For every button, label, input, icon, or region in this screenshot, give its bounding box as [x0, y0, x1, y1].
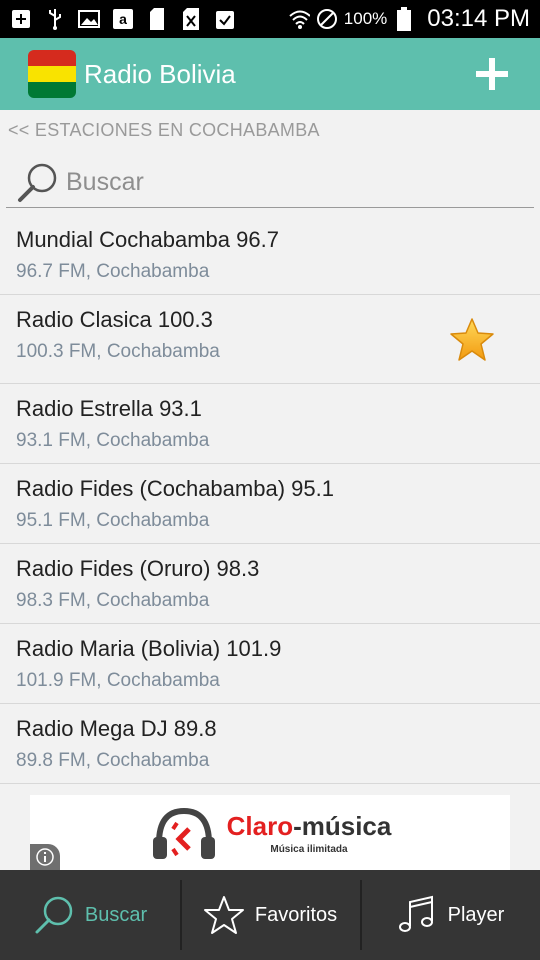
- station-detail: 93.1 FM, Cochabamba: [16, 430, 210, 451]
- ad-banner[interactable]: Claro-música Música ilimitada: [30, 795, 510, 870]
- tab-player[interactable]: Player: [360, 870, 540, 960]
- station-list-item[interactable]: Radio Fides (Cochabamba) 95.1 95.1 FM, C…: [0, 464, 540, 544]
- headphones-icon: [152, 807, 215, 859]
- station-detail: 98.3 FM, Cochabamba: [16, 590, 210, 611]
- wifi-icon: [288, 8, 310, 30]
- breadcrumb-back-link[interactable]: << ESTACIONES EN COCHABAMBA: [8, 120, 320, 141]
- station-detail: 89.8 FM, Cochabamba: [16, 750, 210, 771]
- app-title: Radio Bolivia: [84, 58, 236, 89]
- clock: 03:14 PM: [427, 5, 530, 32]
- status-bar: a 100% 03:14 PM: [0, 0, 540, 38]
- bolivia-flag-icon: [28, 50, 76, 98]
- station-list-item[interactable]: Radio Fides (Oruro) 98.3 98.3 FM, Cochab…: [0, 544, 540, 624]
- tab-favorites[interactable]: Favoritos: [180, 870, 360, 960]
- bottom-navigation: Buscar Favoritos Player: [0, 870, 540, 960]
- battery-percent: 100%: [343, 9, 388, 28]
- station-name: Mundial Cochabamba 96.7: [16, 227, 279, 252]
- music-note-icon: [398, 895, 433, 932]
- app-bar: Radio Bolivia: [0, 38, 540, 110]
- station-name: Radio Mega DJ 89.8: [16, 716, 217, 741]
- battery-icon: [393, 7, 415, 31]
- ad-info-icon[interactable]: [30, 844, 60, 870]
- favorite-star-icon[interactable]: [448, 317, 496, 363]
- amazon-icon: a: [112, 8, 134, 30]
- station-name: Radio Fides (Oruro) 98.3: [16, 556, 260, 581]
- station-name: Radio Maria (Bolivia) 101.9: [16, 636, 282, 661]
- station-detail: 96.7 FM, Cochabamba: [16, 261, 210, 282]
- usb-icon: [44, 8, 66, 30]
- search-bar: [6, 158, 534, 208]
- search-input[interactable]: [64, 167, 498, 198]
- clipboard-check-icon: [214, 8, 236, 30]
- station-detail: 101.9 FM, Cochabamba: [16, 670, 220, 691]
- station-list-item[interactable]: Radio Clasica 100.3 100.3 FM, Cochabamba: [0, 295, 540, 384]
- do-not-disturb-icon: [316, 8, 338, 30]
- ad-brand-claro: Claro: [226, 810, 294, 841]
- star-outline-icon: [203, 896, 244, 934]
- station-list-item[interactable]: Radio Maria (Bolivia) 101.9 101.9 FM, Co…: [0, 624, 540, 704]
- no-sim-icon: [180, 8, 202, 30]
- search-icon: [18, 163, 57, 202]
- station-name: Radio Fides (Cochabamba) 95.1: [16, 476, 334, 501]
- search-icon: [35, 896, 73, 934]
- station-list-item[interactable]: Radio Estrella 93.1 93.1 FM, Cochabamba: [0, 384, 540, 464]
- ad-tagline: Música ilimitada: [270, 843, 348, 855]
- svg-text:a: a: [119, 11, 127, 27]
- tab-search[interactable]: Buscar: [0, 870, 180, 960]
- tab-favorites-label: Favoritos: [254, 903, 338, 926]
- station-list: Mundial Cochabamba 96.7 96.7 FM, Cochaba…: [0, 215, 540, 784]
- add-notification-icon: [10, 8, 32, 30]
- image-icon: [78, 8, 100, 30]
- station-list-item[interactable]: Radio Mega DJ 89.8 89.8 FM, Cochabamba: [0, 704, 540, 784]
- tab-player-label: Player: [447, 903, 505, 926]
- station-list-item[interactable]: Mundial Cochabamba 96.7 96.7 FM, Cochaba…: [0, 215, 540, 295]
- ad-brand-musica: -música: [293, 810, 392, 841]
- station-detail: 95.1 FM, Cochabamba: [16, 510, 210, 531]
- sd-card-icon: [146, 8, 168, 30]
- tab-search-label: Buscar: [84, 903, 148, 926]
- add-station-button[interactable]: [472, 54, 512, 94]
- station-name: Radio Estrella 93.1: [16, 396, 202, 421]
